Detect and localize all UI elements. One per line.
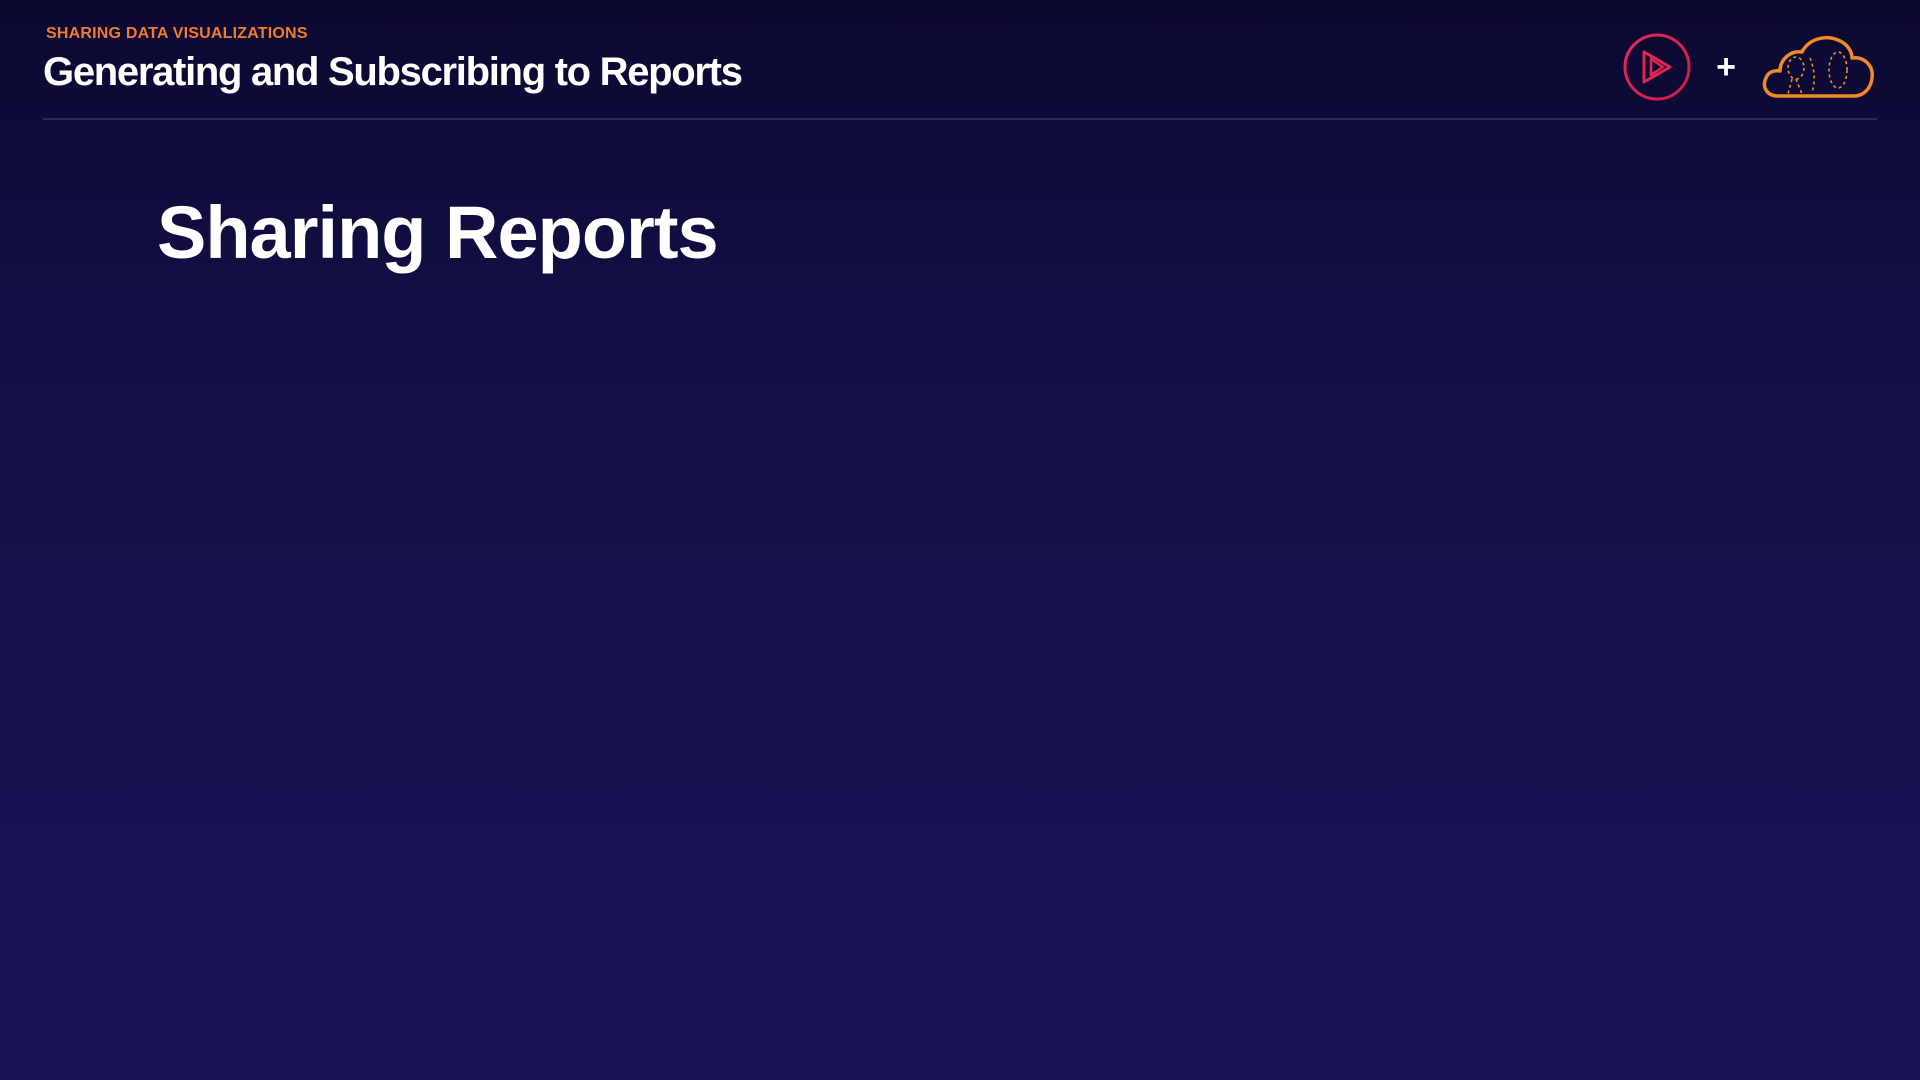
cloud-icon bbox=[1758, 28, 1878, 102]
plus-icon: + bbox=[1716, 48, 1736, 86]
course-eyebrow: SHARING DATA VISUALIZATIONS bbox=[46, 25, 308, 42]
slide: SHARING DATA VISUALIZATIONS Generating a… bbox=[0, 0, 1920, 1080]
play-circle-icon bbox=[1622, 32, 1692, 102]
section-title: Sharing Reports bbox=[157, 191, 719, 274]
header-divider bbox=[43, 118, 1877, 120]
course-title: Generating and Subscribing to Reports bbox=[43, 50, 743, 94]
slide-header: SHARING DATA VISUALIZATIONS Generating a… bbox=[43, 22, 1877, 120]
